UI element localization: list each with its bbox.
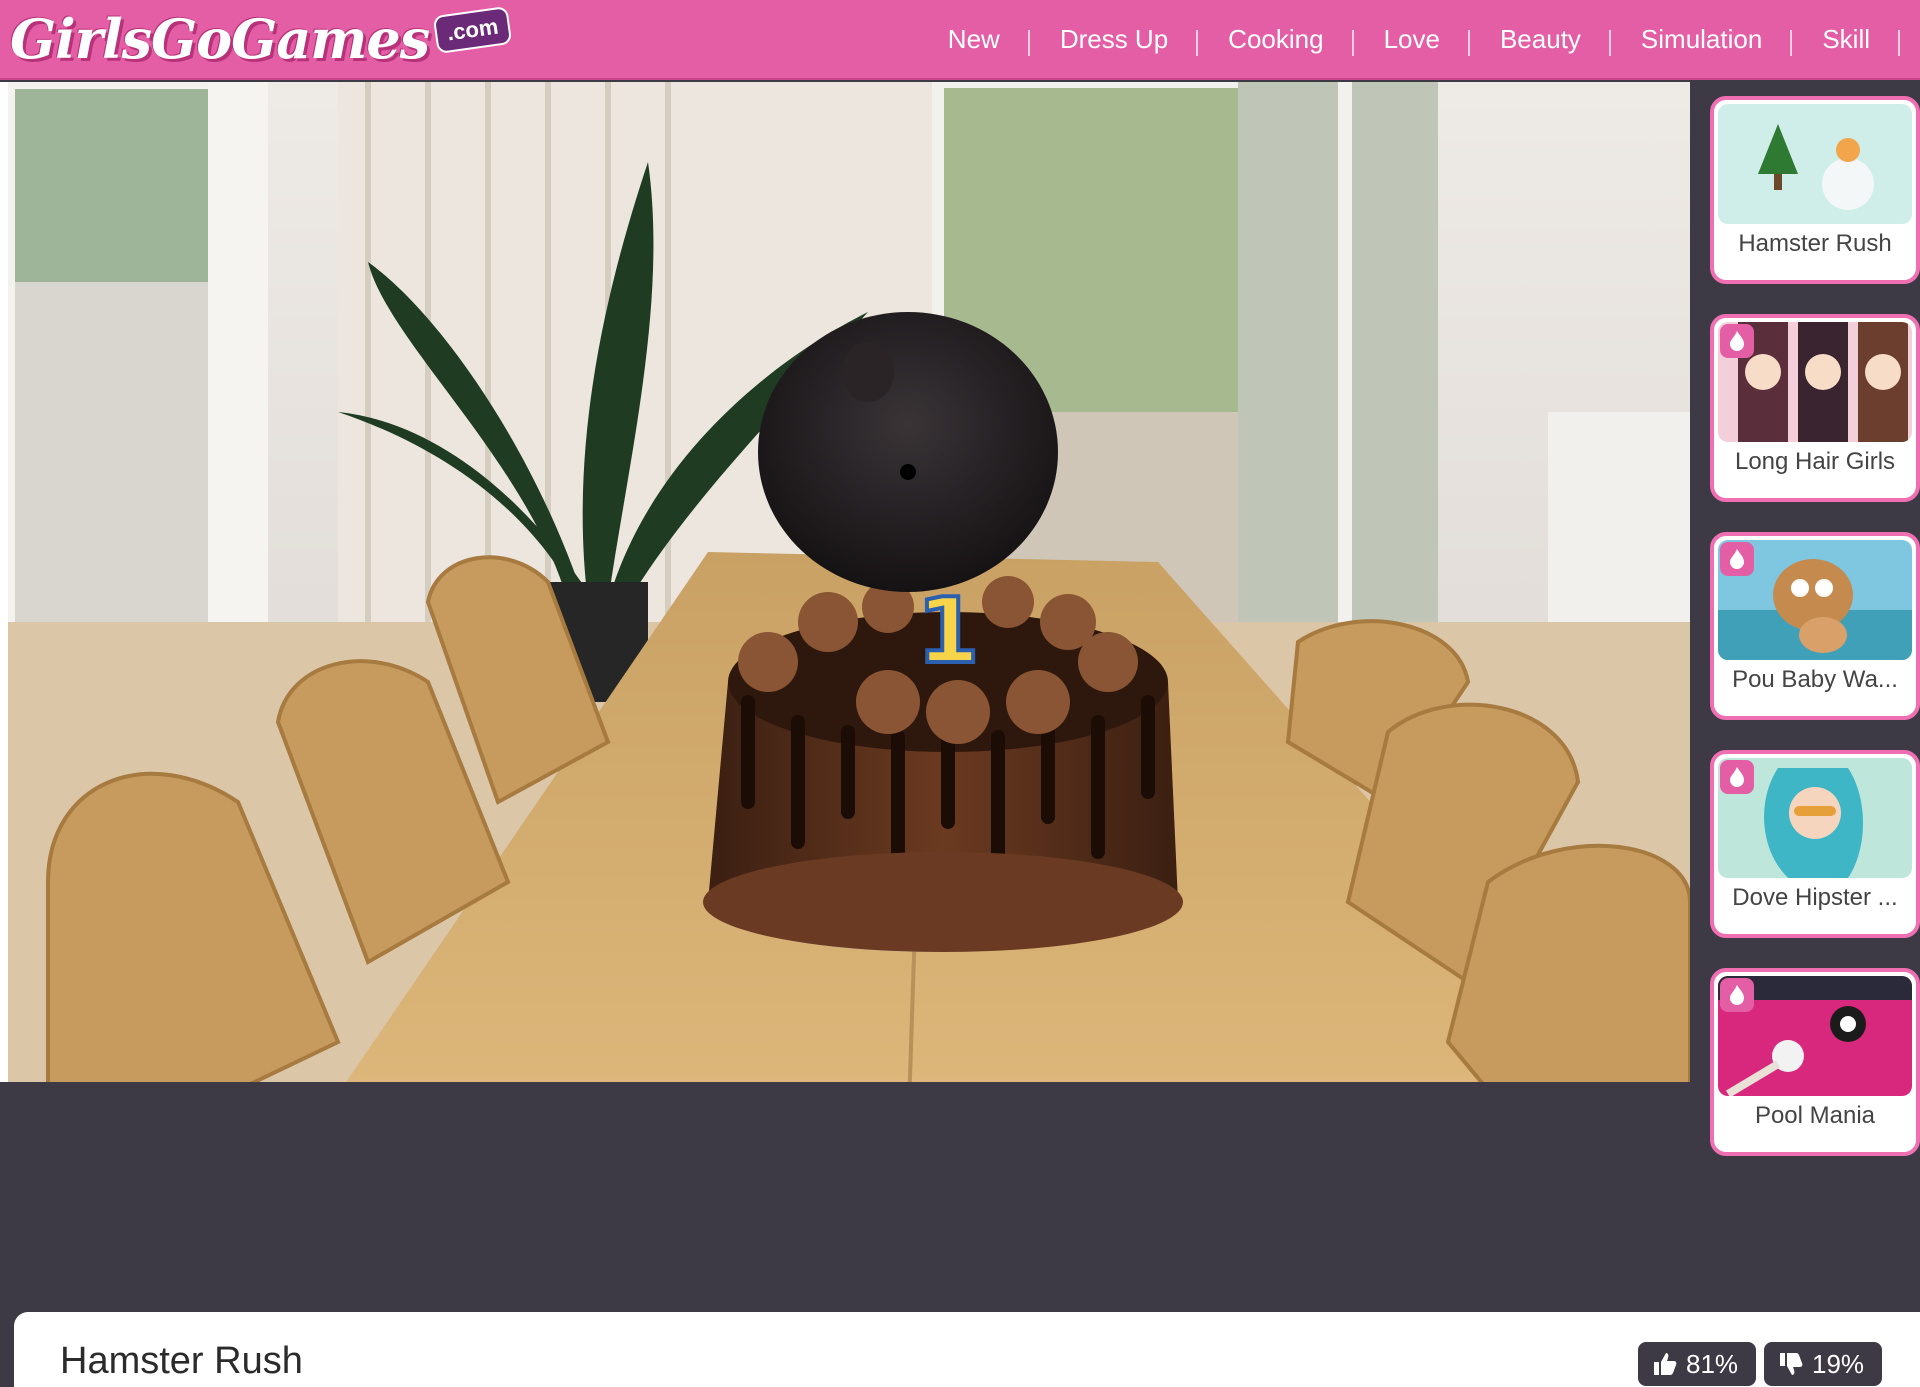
- dislike-percent: 19%: [1812, 1348, 1865, 1379]
- flame-icon: [1720, 978, 1754, 1012]
- related-game-card[interactable]: Pou Baby Wa...: [1710, 532, 1920, 720]
- nav-love[interactable]: Love: [1354, 24, 1471, 56]
- game-scene[interactable]: 1: [8, 82, 1690, 1082]
- card-label: Long Hair Girls: [1734, 448, 1896, 475]
- card-label: Pool Mania: [1754, 1102, 1876, 1129]
- dislike-button[interactable]: 19%: [1764, 1342, 1882, 1386]
- card-label: Dove Hipster ...: [1732, 884, 1898, 911]
- flame-icon: [1720, 760, 1754, 794]
- like-button[interactable]: 81%: [1638, 1342, 1756, 1386]
- related-game-card[interactable]: Dove Hipster ...: [1710, 750, 1920, 938]
- nav-dress-up[interactable]: Dress Up: [1030, 24, 1199, 56]
- nav-new[interactable]: New: [918, 24, 1030, 56]
- nav-simulation[interactable]: Simulation: [1611, 24, 1793, 56]
- candle-number: 1: [917, 579, 980, 684]
- site-logo[interactable]: GirlsGoGames .com: [10, 5, 513, 72]
- thumbs-down-icon: [1780, 1353, 1803, 1375]
- flame-icon: [1720, 324, 1754, 358]
- thumbs-up-icon: [1654, 1353, 1677, 1375]
- site-header: GirlsGoGames .com New Dress Up Cooking L…: [0, 0, 1920, 80]
- game-title: Hamster Rush: [60, 1340, 303, 1382]
- logo-text[interactable]: GirlsGoGames: [10, 7, 430, 71]
- hamster-sprite[interactable]: [758, 312, 1058, 592]
- game-info-bar: Hamster Rush: [14, 1312, 1920, 1387]
- card-label: Hamster Rush: [1738, 230, 1892, 257]
- related-game-card[interactable]: Pool Mania: [1710, 968, 1920, 1156]
- flame-icon: [1720, 542, 1754, 576]
- game-frame[interactable]: 1: [0, 82, 1690, 1082]
- related-game-card[interactable]: Hamster Rush: [1710, 96, 1920, 284]
- logo-badge: .com: [432, 5, 513, 55]
- nav-skill[interactable]: Skill: [1792, 24, 1900, 56]
- game-frame-bottom: [0, 1225, 1690, 1275]
- game-thumbnail[interactable]: [1718, 104, 1912, 224]
- nav-cooking[interactable]: Cooking: [1198, 24, 1354, 56]
- like-percent: 81%: [1686, 1348, 1739, 1379]
- card-label: Pou Baby Wa...: [1732, 666, 1898, 693]
- main-nav: New Dress Up Cooking Love Beauty Simulat…: [918, 0, 1900, 78]
- nav-beauty[interactable]: Beauty: [1470, 24, 1611, 56]
- related-game-card[interactable]: Long Hair Girls: [1710, 314, 1920, 502]
